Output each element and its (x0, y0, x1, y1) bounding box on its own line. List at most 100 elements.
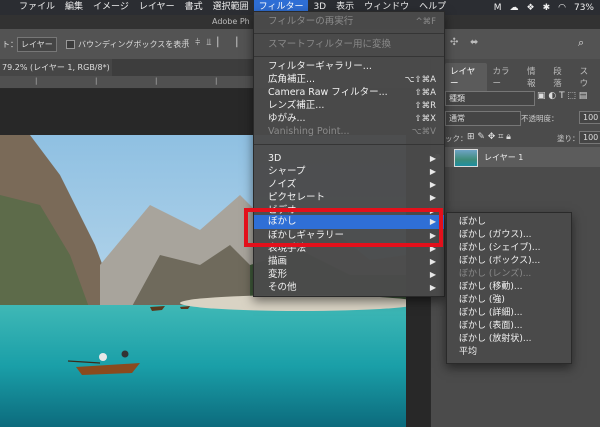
submenu-item-surface-blur[interactable]: ぼかし (表面)... (459, 320, 522, 333)
menu-item-camera-raw[interactable]: Camera Raw フィルター... ⇧⌘A (254, 86, 444, 100)
align-center-icon[interactable]: ▕ (230, 38, 237, 48)
opacity-field[interactable]: 100 (579, 111, 600, 124)
bluetooth-icon[interactable]: ✱ (543, 3, 551, 13)
submenu-arrow-icon: ▶ (429, 270, 436, 279)
align-left-icon[interactable]: ▏ (217, 38, 224, 48)
shortcut-label: ⌥⇧⌘A (404, 75, 436, 85)
tab-layers[interactable]: レイヤー (445, 63, 488, 91)
submenu-item-blur-more[interactable]: ぼかし (強) (459, 294, 505, 307)
menu-item-lens-correction[interactable]: レンズ補正... ⇧⌘R (254, 99, 444, 113)
blur-submenu: ぼかし ぼかし (ガウス)... ぼかし (シェイプ)... ぼかし (ボックス… (446, 212, 572, 364)
menu-item-label: 広角補正... (268, 74, 316, 85)
submenu-item-lens-blur[interactable]: ぼかし (レンズ)... (459, 268, 531, 281)
menu-separator (254, 56, 444, 57)
menu-item-liquify[interactable]: ゆがみ... ⇧⌘X (254, 112, 444, 126)
shortcut-label: ⇧⌘R (414, 101, 436, 111)
menu-image[interactable]: イメージ (88, 0, 134, 15)
lock-icons[interactable]: ⊞ ✎ ✥ ⌗ 🔒︎ (467, 132, 511, 142)
document-tab[interactable]: 79.2% (レイヤー 1, RGB/8*) (0, 59, 112, 76)
align-bottom-icon[interactable]: ⫫ (206, 38, 211, 48)
submenu-item-box-blur[interactable]: ぼかし (ボックス)... (459, 255, 540, 268)
malwarebytes-icon[interactable]: M (494, 3, 502, 13)
opacity-label: 不透明度： (521, 114, 559, 123)
search-icon[interactable]: ⌕ (578, 36, 584, 50)
menu-item-label: フィルターギャラリー... (268, 61, 372, 72)
submenu-arrow-icon: ▶ (429, 167, 436, 176)
menu-item-label: その他 (268, 282, 297, 293)
filter-menu: フィルターの再実行 ^⌘F スマートフィルター用に変換 フィルターギャラリー...… (253, 11, 445, 297)
menu-item-repeat-filter[interactable]: フィルターの再実行 ^⌘F (254, 15, 444, 29)
shortcut-label: ^⌘F (415, 17, 436, 27)
submenu-item-average[interactable]: 平均 (459, 346, 477, 359)
menu-item-pixelate[interactable]: ピクセレート ▶ (254, 191, 444, 205)
window-title: Adobe Ph (212, 17, 250, 26)
tab-paragraph[interactable]: 段落 (548, 63, 574, 91)
menu-item-label: 変形 (268, 269, 288, 280)
menu-item-vanishing-point[interactable]: Vanishing Point... ⌥⌘V (254, 125, 444, 139)
menu-item-convert-smart-filter[interactable]: スマートフィルター用に変換 (254, 38, 444, 52)
fill-field[interactable]: 100 (579, 131, 600, 144)
battery-percent: 73% (573, 2, 594, 13)
apple-icon[interactable] (0, 0, 14, 15)
ruler-mark: | (35, 77, 38, 85)
menu-separator (254, 33, 444, 34)
menu-item-render[interactable]: 描画 ▶ (254, 255, 444, 269)
submenu-item-blur[interactable]: ぼかし (459, 216, 486, 229)
submenu-item-radial-blur[interactable]: ぼかし (放射状)... (459, 333, 531, 346)
tab-color[interactable]: カラー (487, 63, 522, 91)
dropbox-icon[interactable]: ❖ (527, 3, 535, 13)
align-buttons: ⫪ ⫩ ⫫ ▏ ▕ (184, 38, 237, 48)
menu-edit[interactable]: 編集 (60, 0, 88, 15)
shortcut-label: ⇧⌘A (414, 88, 436, 98)
lock-label: ック： (445, 134, 468, 143)
menu-item-label: スマートフィルター用に変換 (268, 39, 392, 50)
menu-item-distort[interactable]: 変形 ▶ (254, 268, 444, 282)
menu-item-label: 描画 (268, 256, 288, 267)
bbox-checkbox[interactable] (66, 40, 75, 49)
submenu-arrow-icon: ▶ (429, 180, 436, 189)
menu-item-3d[interactable]: 3D ▶ (254, 152, 444, 166)
menu-item-label: レンズ補正... (268, 100, 325, 111)
menu-item-label: ピクセレート (268, 192, 326, 203)
menu-item-other[interactable]: その他 ▶ (254, 281, 444, 295)
menu-item-noise[interactable]: ノイズ ▶ (254, 178, 444, 192)
menu-item-adaptive-wide-angle[interactable]: 広角補正... ⌥⇧⌘A (254, 73, 444, 87)
menu-item-label: Vanishing Point... (268, 126, 350, 137)
auto-select-label: ト： (2, 40, 18, 49)
tab-swatches[interactable]: スウ (575, 63, 600, 91)
ruler-mark: | (215, 77, 218, 85)
tab-info[interactable]: 情報 (522, 63, 548, 91)
submenu-item-gaussian-blur[interactable]: ぼかし (ガウス)... (459, 229, 531, 242)
menu-item-label: ゆがみ... (268, 113, 306, 124)
align-top-icon[interactable]: ⫪ (184, 38, 189, 48)
layer-row[interactable]: ● レイヤー 1 (434, 147, 600, 167)
align-middle-icon[interactable]: ⫩ (195, 38, 200, 48)
kind-filter-dropdown[interactable]: 種類 (445, 91, 535, 106)
menu-file[interactable]: ファイル (14, 0, 60, 15)
menu-item-filter-gallery[interactable]: フィルターギャラリー... (254, 60, 444, 74)
cloud-icon[interactable]: ☁ (510, 3, 519, 13)
submenu-item-motion-blur[interactable]: ぼかし (移動)... (459, 281, 522, 294)
menu-item-label: ノイズ (268, 179, 297, 190)
3d-pan-icon[interactable]: ⬌ (470, 37, 478, 48)
menu-item-label: シャープ (268, 166, 306, 177)
menu-layer[interactable]: レイヤー (134, 0, 180, 15)
panel-header-icons: ✣ ⬌ ⌕ (430, 29, 600, 59)
submenu-arrow-icon: ▶ (429, 257, 436, 266)
shortcut-label: ⌥⌘V (411, 127, 436, 137)
blend-mode-dropdown[interactable]: 通常 (445, 111, 521, 126)
layer-name: レイヤー 1 (484, 153, 524, 162)
filter-icons[interactable]: ▣ ◐ T ⬚ ▤ (537, 91, 587, 101)
bbox-label: バウンディングボックスを表示 (78, 40, 190, 49)
menu-item-sharpen[interactable]: シャープ ▶ (254, 165, 444, 179)
menu-separator (254, 144, 444, 145)
panel-tabs: レイヤー カラー 情報 段落 スウ (445, 63, 600, 91)
auto-select-dropdown[interactable]: レイヤー (17, 37, 57, 52)
menu-item-label: フィルターの再実行 (268, 16, 354, 27)
submenu-item-smart-blur[interactable]: ぼかし (詳細)... (459, 307, 522, 320)
menu-select[interactable]: 選択範囲 (208, 0, 254, 15)
wifi-icon[interactable]: ◠ (558, 3, 566, 13)
submenu-item-shape-blur[interactable]: ぼかし (シェイプ)... (459, 242, 540, 255)
menu-type[interactable]: 書式 (180, 0, 208, 15)
3d-orbit-icon[interactable]: ✣ (450, 37, 458, 48)
